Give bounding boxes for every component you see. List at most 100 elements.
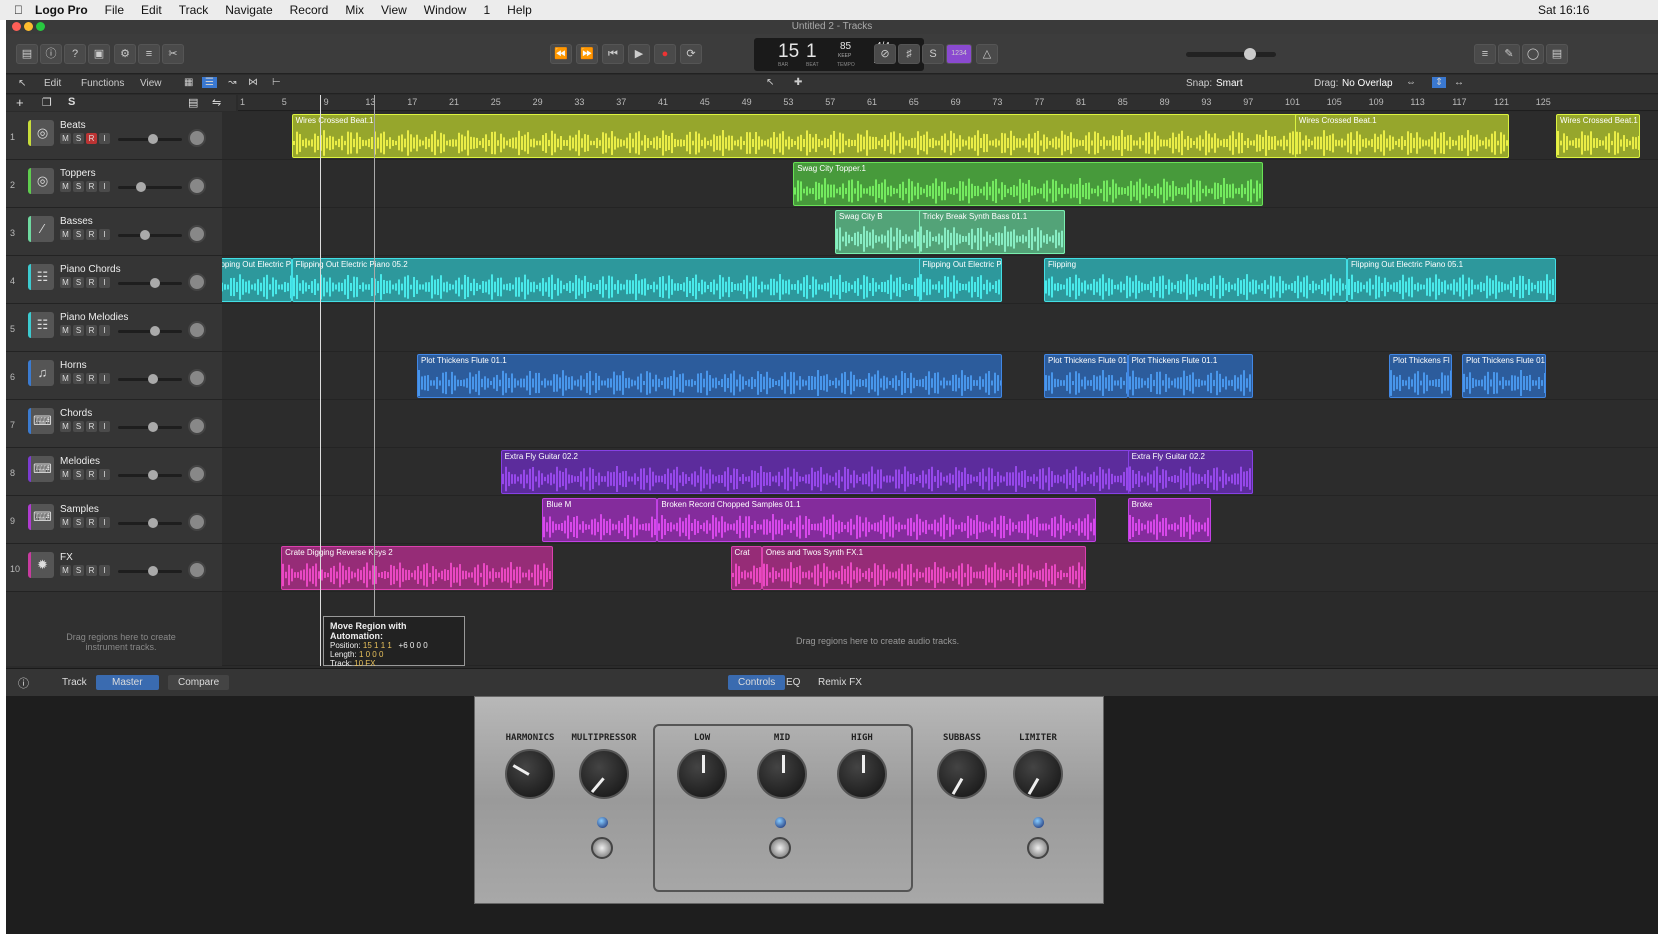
functions-menu[interactable]: Functions [81,78,124,89]
menu-view[interactable]: View [381,3,407,17]
tuner-button[interactable]: ♯ [898,44,920,64]
input-monitor-button[interactable]: I [99,133,110,144]
menu-navigate[interactable]: Navigate [225,3,272,17]
record-enable-button[interactable]: R [86,229,97,240]
remix-fx-tab[interactable]: Remix FX [808,675,872,690]
play-button[interactable]: ▶ [628,44,650,64]
info-icon[interactable]: ⓘ [18,675,29,691]
volume-slider[interactable] [118,182,182,192]
track-header-chords[interactable]: 7 ⌨ Chords M S R I [6,400,222,448]
input-monitor-button[interactable]: I [99,517,110,528]
menu-mix[interactable]: Mix [345,3,364,17]
count-in-button[interactable]: 1234 [946,44,972,64]
snap-select[interactable]: Smart [1216,78,1243,89]
volume-slider[interactable] [118,518,182,528]
audio-region[interactable]: Plot Thickens Flute 01.1 [417,354,1003,398]
volume-slider[interactable] [118,230,182,240]
list-view-icon[interactable]: ☰ [202,77,217,88]
volume-knob[interactable] [148,134,158,144]
catch-icon[interactable]: ⊢ [272,77,281,88]
drum-icon[interactable]: ◎ [28,168,54,194]
grid-icon[interactable]: ▦ [184,77,193,88]
volume-knob[interactable] [150,278,160,288]
vertical-zoom-icon[interactable]: ⇕ [1432,77,1447,88]
keyboard-icon[interactable]: ⌨ [28,408,54,434]
track-name[interactable]: Toppers [60,168,96,179]
solo-button[interactable]: S [73,181,84,192]
guitar-icon[interactable]: ∕ [28,216,54,242]
volume-knob[interactable] [140,230,150,240]
input-monitor-button[interactable]: I [99,565,110,576]
mute-button[interactable]: M [60,565,71,576]
pan-knob[interactable] [188,273,206,291]
editors-button[interactable]: ✂ [162,44,184,64]
limiter-knob[interactable] [1013,749,1063,799]
compare-button[interactable]: Compare [168,675,230,690]
record-enable-button[interactable]: R [86,277,97,288]
track-name[interactable]: Piano Chords [60,264,121,275]
keyboard-icon[interactable]: ⌨ [28,504,54,530]
pan-knob[interactable] [188,417,206,435]
mute-button[interactable]: M [60,517,71,528]
bar-ruler[interactable]: 1 5 9 13 17 21 25 29 33 37 41 45 49 53 57 61 65 69 73 77 81 8… [238,95,1658,111]
eq-toggle-switch[interactable] [769,837,791,859]
audio-region[interactable]: Crate Digging Reverse Keys 2 [281,546,553,590]
audio-region[interactable]: Flipping Out Electric Pi [918,258,1003,302]
volume-knob[interactable] [148,470,158,480]
volume-slider[interactable] [118,470,182,480]
record-enable-button[interactable]: R [86,421,97,432]
volume-slider[interactable] [118,566,182,576]
menu-file[interactable]: File [105,3,124,17]
solo-button[interactable]: S [73,277,84,288]
minimize-button[interactable] [24,22,33,31]
mixer-button[interactable]: ≡ [138,44,160,64]
audio-region[interactable]: Swag City Topper.1 [793,162,1264,206]
track-name[interactable]: Samples [60,504,99,515]
audio-region[interactable]: Wires Crossed Beat.1 [1556,114,1640,158]
track-name[interactable]: Melodies [60,456,100,467]
track-name[interactable]: Horns [60,360,87,371]
track-lane[interactable] [222,400,1658,448]
solo-button[interactable]: S [73,565,84,576]
track-name[interactable]: Beats [60,120,86,131]
flex-icon[interactable]: ⋈ [248,77,258,88]
pan-knob[interactable] [188,369,206,387]
eq-tab[interactable]: EQ [776,675,810,690]
input-monitor-button[interactable]: I [99,229,110,240]
pencil-tool-icon[interactable]: ✚ [794,77,802,88]
audio-region[interactable]: Crat [730,546,762,590]
loop-browser-button[interactable]: ◯ [1522,44,1544,64]
record-enable-button[interactable]: R [86,373,97,384]
track-lane[interactable] [222,304,1658,352]
record-enable-button[interactable]: R [86,565,97,576]
playhead[interactable] [320,95,321,666]
master-volume-knob[interactable] [1244,48,1256,60]
mute-button[interactable]: M [60,277,71,288]
solo-button[interactable]: S [73,421,84,432]
audio-region[interactable]: Broken Record Chopped Samples 01.1 [657,498,1097,542]
solo-button[interactable]: S [73,517,84,528]
pan-knob[interactable] [188,225,206,243]
menu-app-name[interactable]: Logo Pro [35,3,88,17]
go-to-beginning-button[interactable]: ⏮ [602,44,624,64]
audio-region[interactable]: Wires Crossed Beat.1 [1294,114,1510,158]
audio-region[interactable]: Flipping Out Electric Piano 05.1 [1347,258,1557,302]
global-solo-button[interactable]: S [68,96,75,108]
volume-knob[interactable] [148,518,158,528]
global-tracks-icon[interactable]: ▤ [188,96,198,109]
menu-track[interactable]: Track [179,3,209,17]
pan-knob[interactable] [188,513,206,531]
audio-region[interactable]: Plot Thickens Flute 01. [1044,354,1128,398]
record-enable-button[interactable]: R [86,325,97,336]
audio-region[interactable]: Flipping Out Electric Pi [222,258,292,302]
pan-knob[interactable] [188,177,206,195]
record-enable-button[interactable]: R [86,469,97,480]
pointer-tool-icon[interactable]: ↖ [766,77,774,88]
keyboard-icon[interactable]: ⌨ [28,456,54,482]
solo-button[interactable]: S [73,373,84,384]
record-enable-button[interactable]: R [86,133,97,144]
input-monitor-button[interactable]: I [99,469,110,480]
notepad-button[interactable]: ✎ [1498,44,1520,64]
input-monitor-button[interactable]: I [99,421,110,432]
piano-icon[interactable]: ☷ [28,312,54,338]
